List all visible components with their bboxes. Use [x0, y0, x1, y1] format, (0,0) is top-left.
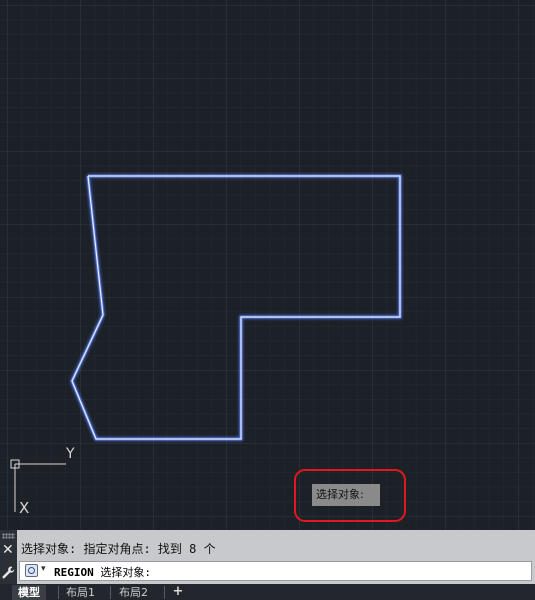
command-prompt: 选择对象: — [100, 566, 151, 579]
customize-wrench-icon[interactable] — [1, 565, 16, 580]
command-prompt-text: REGION 选择对象: — [54, 564, 151, 580]
command-line-handle[interactable]: ✕ — [0, 530, 17, 584]
tab-divider — [164, 586, 165, 599]
command-input[interactable]: ▾ REGION 选择对象: — [19, 561, 532, 581]
add-layout-icon[interactable]: + — [170, 585, 186, 599]
command-name: REGION — [54, 566, 94, 579]
drawing-canvas[interactable]: Y X 选择对象: — [0, 0, 535, 530]
command-history-line: 选择对象: 指定对角点: 找到 8 个 — [21, 542, 216, 556]
tab-divider — [110, 586, 111, 599]
ucs-y-label: Y — [65, 446, 75, 462]
cursor-prompt-tooltip: 选择对象: — [312, 484, 380, 506]
chevron-down-icon[interactable]: ▾ — [41, 564, 46, 574]
tab-divider — [58, 586, 59, 599]
tab-model[interactable]: 模型 — [12, 585, 46, 600]
layout-tabs: 模型 布局1 布局2 + — [0, 584, 535, 600]
ucs-x-label: X — [19, 499, 29, 517]
tab-layout1[interactable]: 布局1 — [60, 585, 101, 600]
tab-layout2[interactable]: 布局2 — [113, 585, 154, 600]
drawing-area: Y X — [0, 0, 535, 530]
grid-major — [0, 0, 535, 530]
close-icon[interactable]: ✕ — [2, 543, 14, 557]
command-search-icon[interactable] — [25, 564, 38, 577]
grip-icon[interactable] — [2, 533, 15, 539]
